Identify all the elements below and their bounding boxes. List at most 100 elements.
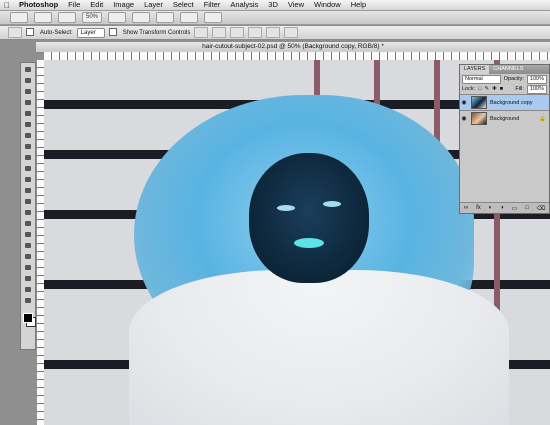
foreground-color-swatch[interactable] [23,313,33,323]
quick-select-tool-icon[interactable] [22,98,34,107]
tab-channels[interactable]: CHANNELS [489,65,527,74]
layers-panel: LAYERS CHANNELS Normal Opacity: 100% Loc… [459,64,550,214]
layer-row-background-copy[interactable]: ◉ Background copy [460,94,549,110]
options-bar: Auto-Select: Layer Show Transform Contro… [0,26,550,40]
history-brush-tool-icon[interactable] [22,164,34,173]
fill-label: Fill: [515,86,524,92]
align-center-button[interactable] [266,27,281,38]
bridge-button[interactable] [10,12,28,23]
zoom-tool-icon[interactable] [22,296,34,305]
subject-left-eye [277,205,295,211]
menu-view[interactable]: View [283,0,309,10]
tab-layers[interactable]: LAYERS [460,65,490,74]
align-left-button[interactable] [248,27,263,38]
mask-icon[interactable]: ◐ [489,205,493,211]
menu-help[interactable]: Help [346,0,371,10]
screen-mode-button[interactable] [204,12,223,23]
apple-icon[interactable]:  [0,1,14,10]
align-top-button[interactable] [194,27,209,38]
hand-tool-icon[interactable] [22,285,34,294]
lock-all-icon[interactable]: ■ [500,86,503,92]
link-icon[interactable]: ∞ [464,205,468,211]
transform-controls-checkbox[interactable] [108,27,119,38]
layer-thumbnail [471,96,487,109]
3d-orbit-tool-icon[interactable] [22,274,34,283]
transform-controls-label: Show Transform Controls [122,29,191,36]
minibridge-button[interactable] [34,12,52,23]
marquee-tool-icon[interactable] [22,76,34,85]
menu-analysis[interactable]: Analysis [225,0,263,10]
eyedropper-tool-icon[interactable] [22,120,34,129]
subject-right-eye [323,201,341,207]
lock-position-icon[interactable]: ✚ [492,86,497,92]
fx-icon[interactable]: fx [476,205,481,211]
subject-body [129,270,509,425]
blur-tool-icon[interactable] [22,197,34,206]
clone-stamp-tool-icon[interactable] [22,153,34,162]
menu-edit[interactable]: Edit [85,0,108,10]
layer-name: Background copy [490,99,533,106]
guides-button[interactable] [58,12,76,23]
eraser-tool-icon[interactable] [22,175,34,184]
new-layer-icon[interactable]: □ [525,205,529,211]
auto-select-label: Auto-Select: [40,29,73,36]
3d-rotate-tool-icon[interactable] [22,263,34,272]
auto-select-checkbox[interactable] [26,27,36,38]
menu-photoshop[interactable]: Photoshop [14,0,63,10]
move-tool-icon[interactable] [22,65,34,74]
application-bar: 50% [0,11,550,25]
hand-tool-button[interactable] [108,12,127,23]
fill-input[interactable]: 100% [526,84,547,94]
subject-lips [294,238,324,248]
menu-image[interactable]: Image [108,0,139,10]
lock-pixels-icon[interactable]: ✎ [484,86,489,92]
visibility-eye-icon[interactable]: ◉ [460,99,468,106]
adjustment-icon[interactable]: ◑ [500,205,504,211]
shape-tool-icon[interactable] [22,252,34,261]
auto-select-dropdown[interactable]: Layer [76,27,105,38]
visibility-eye-icon[interactable]: ◉ [460,115,468,122]
arrange-documents-button[interactable] [180,12,199,23]
path-selection-tool-icon[interactable] [22,241,34,250]
layers-panel-tabs: LAYERS CHANNELS [460,65,549,74]
tools-panel [20,62,36,350]
zoom-tool-button[interactable] [132,12,151,23]
rotate-view-button[interactable] [156,12,175,23]
align-middle-button[interactable] [212,27,227,38]
brush-tool-icon[interactable] [22,142,34,151]
lock-fill-row: Lock: □ ✎ ✚ ■ Fill: 100% [460,84,549,94]
document-title: hair-cutout-subject-02.psd @ 50% (Backgr… [202,43,384,50]
layer-row-background[interactable]: ◉ Background 🔒 [460,110,549,126]
gradient-tool-icon[interactable] [22,186,34,195]
opacity-input[interactable]: 100% [526,74,547,84]
dodge-tool-icon[interactable] [22,208,34,217]
trash-icon[interactable]: ⌫ [537,205,545,212]
healing-brush-tool-icon[interactable] [22,131,34,140]
type-tool-icon[interactable] [22,230,34,239]
crop-tool-icon[interactable] [22,109,34,118]
lock-transparency-icon[interactable]: □ [478,86,481,92]
menu-file[interactable]: File [63,0,85,10]
lasso-tool-icon[interactable] [22,87,34,96]
folder-icon[interactable]: ▭ [512,205,518,212]
align-right-button[interactable] [284,27,299,38]
menu-filter[interactable]: Filter [199,0,226,10]
menu-bar:  Photoshop File Edit Image Layer Select… [0,0,550,11]
zoom-select[interactable]: 50% [82,12,103,23]
blend-mode-select[interactable]: Normal [462,74,501,84]
align-bottom-button[interactable] [230,27,245,38]
menu-window[interactable]: Window [309,0,346,10]
lock-icon: 🔒 [539,115,546,122]
opacity-label: Opacity: [503,76,524,82]
move-tool-preset-button[interactable] [8,27,22,38]
layer-name: Background [490,115,520,122]
blend-opacity-row: Normal Opacity: 100% [460,74,549,84]
layer-thumbnail [471,112,487,125]
menu-select[interactable]: Select [168,0,199,10]
pen-tool-icon[interactable] [22,219,34,228]
lock-label: Lock: [462,86,476,92]
subject-face [249,153,369,283]
menu-3d[interactable]: 3D [263,0,283,10]
layers-panel-footer: ∞ fx ◐ ◑ ▭ □ ⌫ [460,202,549,213]
menu-layer[interactable]: Layer [139,0,168,10]
